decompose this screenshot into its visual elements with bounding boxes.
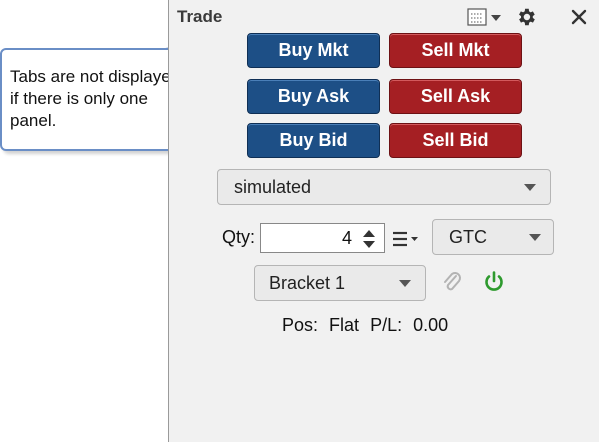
power-icon[interactable]	[482, 270, 506, 294]
gear-icon[interactable]	[514, 6, 538, 28]
chevron-down-icon	[399, 280, 411, 287]
bracket-select-value: Bracket 1	[269, 272, 346, 293]
account-select-value: simulated	[234, 176, 312, 197]
buy-bid-button[interactable]: Buy Bid	[247, 123, 380, 158]
order-list-menu-icon[interactable]	[391, 229, 421, 249]
close-icon[interactable]	[568, 6, 590, 28]
account-select[interactable]: simulated	[217, 169, 551, 205]
pl-label: P/L:	[370, 315, 403, 335]
position-row: Pos: Flat P/L: 0.00	[282, 315, 448, 336]
qty-input[interactable]: 4	[260, 223, 385, 253]
pos-value: Flat	[329, 315, 360, 335]
pl-value: 0.00	[413, 315, 449, 335]
tif-select-value: GTC	[449, 226, 487, 247]
buy-ask-button[interactable]: Buy Ask	[247, 79, 380, 114]
qty-label: Qty:	[222, 227, 256, 247]
bracket-select[interactable]: Bracket 1	[254, 265, 426, 301]
layout-menu-icon[interactable]	[467, 6, 505, 28]
sell-mkt-button[interactable]: Sell Mkt	[389, 33, 522, 68]
sell-bid-button[interactable]: Sell Bid	[389, 123, 522, 158]
qty-value: 4	[341, 228, 352, 248]
spinner-icon[interactable]	[362, 229, 376, 249]
panel-title: Trade	[177, 7, 223, 26]
chevron-down-icon	[529, 234, 541, 241]
sell-ask-button[interactable]: Sell Ask	[389, 79, 522, 114]
callout-box: Tabs are not displayed if there is only …	[0, 48, 190, 151]
paperclip-icon[interactable]	[441, 270, 463, 294]
tif-select[interactable]: GTC	[432, 219, 554, 255]
chevron-down-icon	[524, 184, 536, 191]
buy-mkt-button[interactable]: Buy Mkt	[247, 33, 380, 68]
pos-label: Pos:	[282, 315, 319, 335]
callout-text: Tabs are not displayed if there is only …	[10, 67, 181, 130]
